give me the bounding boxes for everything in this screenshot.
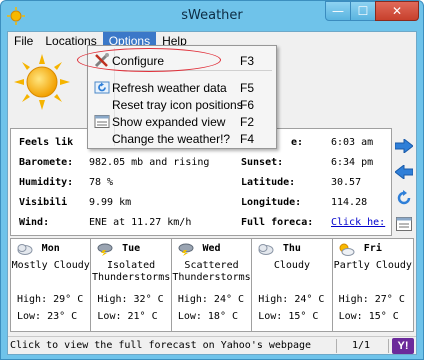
- sunset-value: 6:34 pm: [331, 157, 374, 168]
- wind-label: Wind:: [19, 217, 50, 228]
- forecast-high: High: 27° C: [338, 294, 405, 305]
- current-weather-sun-icon: [14, 54, 70, 110]
- refresh-label: Refresh weather data: [112, 81, 227, 95]
- yahoo-logo[interactable]: Y!: [392, 338, 414, 354]
- arrow-left-icon: [395, 165, 413, 179]
- status-bar: Click to view the full forecast on Yahoo…: [8, 336, 416, 354]
- forecast-condition: Mostly Cloudy: [11, 260, 90, 272]
- forecast-high: High: 29° C: [17, 294, 84, 305]
- menu-refresh[interactable]: Refresh weather data F5: [90, 79, 274, 96]
- forecast-condition-line1: Scattered: [184, 260, 239, 271]
- forecast-day-name: Fri: [363, 243, 382, 254]
- forecast-condition: Partly Cloudy: [333, 260, 413, 272]
- menu-expanded-view[interactable]: Show expanded view F2: [90, 113, 274, 130]
- forecast-low: Low: 15° C: [258, 311, 319, 322]
- menu-file[interactable]: File: [8, 32, 39, 51]
- status-separator: [388, 339, 389, 353]
- forecast-high: High: 32° C: [97, 294, 164, 305]
- humidity-value: 78 %: [89, 177, 114, 188]
- visibility-value: 9.99 km: [89, 197, 132, 208]
- barometer-label: Baromete:: [19, 157, 74, 168]
- visibility-label: Visibili: [19, 197, 68, 208]
- forecast-condition-line2: Thunderstorms: [91, 272, 171, 283]
- expanded-view-button[interactable]: [394, 214, 414, 234]
- forecast-condition-line1: Partly Cloudy: [333, 260, 412, 271]
- forecast-day-header: Wed: [172, 242, 251, 258]
- forecast-low: Low: 15° C: [338, 311, 399, 322]
- title-bar[interactable]: sWeather — ☐ ✕: [1, 1, 423, 31]
- minimize-button[interactable]: —: [325, 1, 351, 21]
- humidity-label: Humidity:: [19, 177, 74, 188]
- maximize-button[interactable]: ☐: [350, 1, 376, 21]
- forecast-low: Low: 18° C: [177, 311, 239, 322]
- expanded-view-label: Show expanded view: [112, 115, 226, 129]
- full-forecast-link[interactable]: Click he:: [331, 217, 385, 228]
- arrow-right-icon: [395, 139, 413, 153]
- sunrise-value: 6:03 am: [331, 137, 374, 148]
- refresh-shortcut: F5: [240, 81, 255, 95]
- change-weather-label: Change the weather!?: [112, 132, 231, 146]
- status-page: 1/1: [352, 340, 371, 351]
- forecast-day-name: Tue: [122, 243, 141, 254]
- forecast-strip: Mon Mostly Cloudy High: 29° C Low: 23° C Tue…: [10, 238, 414, 332]
- forecast-day-card[interactable]: Wed Scattered Thunderstorms High: 24° C Low:…: [172, 239, 253, 331]
- refresh-icon: [397, 190, 411, 205]
- forecast-day-name: Thu: [282, 243, 301, 254]
- forecast-day-card[interactable]: Fri Partly Cloudy High: 27° C Low: 15° C: [333, 239, 413, 331]
- forecast-condition-line1: Isolated: [107, 260, 156, 271]
- latitude-label: Latitude:: [241, 177, 296, 188]
- forecast-high: High: 24° C: [177, 294, 245, 305]
- menu-change-weather[interactable]: Change the weather!? F4: [90, 130, 274, 147]
- forecast-day-card[interactable]: Tue Isolated Thunderstorms High: 32° C Low: …: [91, 239, 172, 331]
- latitude-value: 30.57: [331, 177, 362, 188]
- status-text[interactable]: Click to view the full forecast on Yahoo…: [10, 340, 311, 351]
- forecast-condition-line2: Thunderstorms: [172, 272, 251, 283]
- forecast-condition: Cloudy: [252, 260, 331, 272]
- caption-buttons: — ☐ ✕: [325, 1, 419, 22]
- forecast-day-header: Mon: [11, 242, 90, 258]
- longitude-label: Longitude:: [241, 197, 302, 208]
- forecast-day-header: Fri: [333, 242, 413, 258]
- sunrise-label: e:: [291, 137, 304, 148]
- sunset-label: Sunset:: [241, 157, 284, 168]
- close-button[interactable]: ✕: [375, 1, 419, 21]
- forecast-low: Low: 21° C: [97, 311, 158, 322]
- app-window: sWeather — ☐ ✕ File Locations Options He…: [0, 0, 424, 360]
- menu-reset-tray[interactable]: Reset tray icon positions F6: [90, 96, 274, 113]
- previous-location-button[interactable]: [394, 162, 414, 182]
- expanded-view-icon: [94, 115, 110, 128]
- reset-tray-shortcut: F6: [240, 98, 255, 112]
- forecast-day-card[interactable]: Mon Mostly Cloudy High: 29° C Low: 23° C: [11, 239, 92, 331]
- wind-value: ENE at 11.27 km/h: [89, 217, 192, 228]
- refresh-icon: [94, 81, 110, 94]
- full-forecast-label: Full foreca:: [241, 217, 314, 228]
- expanded-view-icon: [396, 217, 412, 231]
- highlight-annotation: [77, 48, 221, 72]
- refresh-button[interactable]: [394, 188, 414, 208]
- barometer-value: 982.05 mb and rising: [89, 157, 210, 168]
- forecast-day-header: Thu: [252, 242, 331, 258]
- forecast-condition-line1: Cloudy: [273, 260, 310, 271]
- forecast-day-header: Tue: [91, 242, 170, 258]
- forecast-day-name: Wed: [202, 243, 221, 254]
- configure-shortcut: F3: [240, 54, 255, 68]
- forecast-condition: Scattered Thunderstorms: [172, 260, 251, 284]
- forecast-condition-line1: Mostly Cloudy: [11, 260, 90, 271]
- status-separator: [336, 339, 337, 353]
- next-location-button[interactable]: [394, 136, 414, 156]
- reset-tray-label: Reset tray icon positions: [112, 98, 243, 112]
- change-weather-shortcut: F4: [240, 132, 255, 146]
- forecast-low: Low: 23° C: [17, 311, 78, 322]
- longitude-value: 114.28: [331, 197, 368, 208]
- forecast-day-card[interactable]: Thu Cloudy High: 24° C Low: 15° C: [252, 239, 333, 331]
- forecast-high: High: 24° C: [258, 294, 325, 305]
- forecast-day-name: Mon: [41, 243, 60, 254]
- forecast-condition: Isolated Thunderstorms: [91, 260, 170, 284]
- feels-like-label: Feels lik: [19, 137, 74, 148]
- expanded-view-shortcut: F2: [240, 115, 255, 129]
